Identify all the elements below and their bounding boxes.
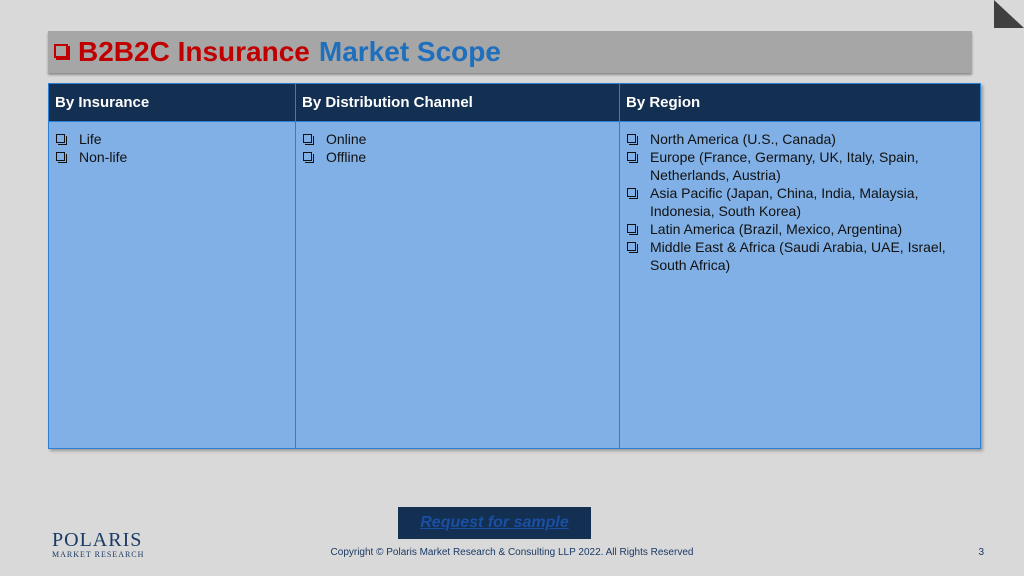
list-item: Online: [302, 130, 613, 148]
title-bar: B2B2C Insurance Market Scope: [48, 31, 972, 73]
checkbox-bullet-icon: [627, 224, 638, 235]
list-item-label: Latin America (Brazil, Mexico, Argentina…: [650, 221, 903, 237]
list-item-label: Non-life: [79, 149, 128, 165]
market-scope-table: By Insurance By Distribution Channel By …: [48, 83, 981, 449]
table-row: Life Non-life Online Offline North Ameri…: [48, 121, 981, 449]
channel-cell: Online Offline: [295, 121, 620, 449]
page-title-sub: Market Scope: [318, 36, 501, 67]
checkbox-bullet-icon: [303, 134, 314, 145]
list-item: Middle East & Africa (Saudi Arabia, UAE,…: [626, 238, 974, 274]
list-item-label: Life: [79, 131, 102, 147]
insurance-list: Life Non-life: [55, 130, 289, 166]
channel-list: Online Offline: [302, 130, 613, 166]
list-item-label: Europe (France, Germany, UK, Italy, Spai…: [650, 149, 919, 183]
table-header-row: By Insurance By Distribution Channel By …: [48, 83, 981, 122]
header-by-region: By Region: [619, 83, 981, 122]
list-item-label: North America (U.S., Canada): [650, 131, 836, 147]
page-title-main: B2B2C Insurance: [78, 36, 310, 67]
insurance-cell: Life Non-life: [48, 121, 296, 449]
checkbox-bullet-icon: [54, 44, 70, 60]
checkbox-bullet-icon: [56, 134, 67, 145]
list-item: Asia Pacific (Japan, China, India, Malay…: [626, 184, 974, 220]
request-sample-link[interactable]: Request for sample: [398, 507, 591, 539]
list-item: Non-life: [55, 148, 289, 166]
list-item-label: Offline: [326, 149, 367, 165]
page-corner-icon: [994, 0, 1024, 28]
checkbox-bullet-icon: [627, 242, 638, 253]
region-cell: North America (U.S., Canada) Europe (Fra…: [619, 121, 981, 449]
list-item: Offline: [302, 148, 613, 166]
header-by-distribution-channel: By Distribution Channel: [295, 83, 620, 122]
checkbox-bullet-icon: [627, 152, 638, 163]
list-item: Europe (France, Germany, UK, Italy, Spai…: [626, 148, 974, 184]
list-item-label: Middle East & Africa (Saudi Arabia, UAE,…: [650, 239, 946, 273]
list-item: Latin America (Brazil, Mexico, Argentina…: [626, 220, 974, 238]
checkbox-bullet-icon: [56, 152, 67, 163]
list-item: North America (U.S., Canada): [626, 130, 974, 148]
list-item: Life: [55, 130, 289, 148]
list-item-label: Asia Pacific (Japan, China, India, Malay…: [650, 185, 919, 219]
checkbox-bullet-icon: [627, 188, 638, 199]
list-item-label: Online: [326, 131, 367, 147]
checkbox-bullet-icon: [627, 134, 638, 145]
header-by-insurance: By Insurance: [48, 83, 296, 122]
region-list: North America (U.S., Canada) Europe (Fra…: [626, 130, 974, 274]
page-number: 3: [978, 547, 984, 558]
copyright-text: Copyright © Polaris Market Research & Co…: [330, 547, 694, 558]
checkbox-bullet-icon: [303, 152, 314, 163]
